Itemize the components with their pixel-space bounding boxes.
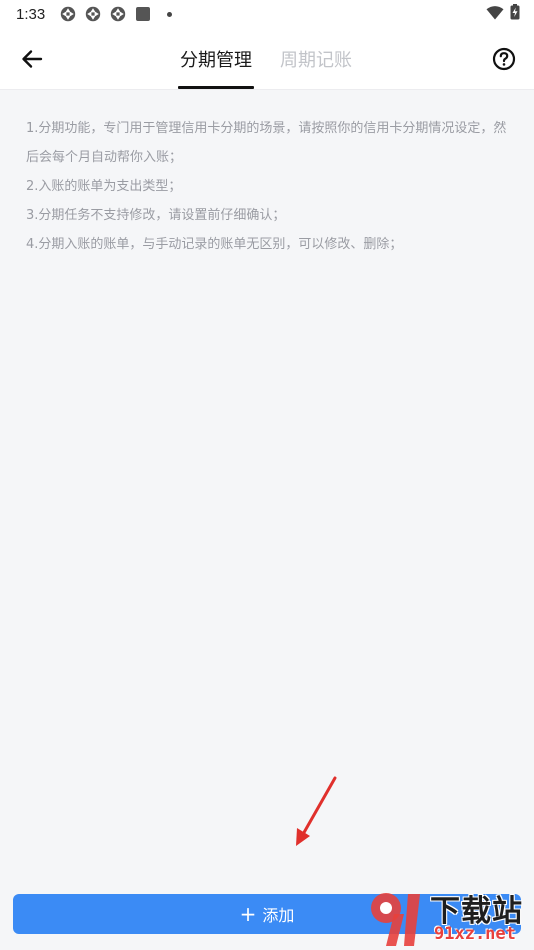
wifi-icon	[486, 5, 504, 24]
tab-installment-management[interactable]: 分期管理	[170, 28, 254, 90]
note-item: 3.分期任务不支持修改，请设置前仔细确认；	[26, 208, 286, 223]
question-circle-icon	[492, 47, 516, 71]
arrow-left-icon	[22, 50, 43, 68]
status-notification-icons	[59, 5, 173, 23]
watermark-url: 91xz.net	[434, 924, 516, 944]
status-system-icons	[486, 4, 520, 24]
aperture-icon	[84, 5, 102, 23]
aperture-icon	[59, 5, 77, 23]
installment-notes: 1.分期功能，专门用于管理信用卡分期的场景，请按照你的信用卡分期情况设定，然后会…	[26, 114, 518, 259]
active-tab-indicator	[178, 86, 254, 89]
back-button[interactable]	[14, 42, 50, 76]
tab-label: 周期记账	[280, 50, 352, 71]
top-bar: 分期管理 周期记账	[0, 28, 534, 90]
aperture-icon	[109, 5, 127, 23]
plus-icon: +	[239, 902, 257, 926]
tab-bar: 分期管理 周期记账	[170, 28, 352, 90]
note-item: 1.分期功能，专门用于管理信用卡分期的场景，请按照你的信用卡分期情况设定，然后会…	[26, 121, 507, 165]
help-button[interactable]	[486, 42, 522, 76]
note-item: 4.分期入账的账单，与手动记录的账单无区别，可以修改、删除；	[26, 237, 403, 252]
status-time: 1:33	[16, 5, 46, 23]
add-button-label: 添加	[262, 906, 295, 925]
square-icon	[134, 5, 152, 23]
annotation-arrow-icon	[296, 776, 337, 846]
tab-label: 分期管理	[180, 50, 252, 71]
status-bar: 1:33	[0, 0, 534, 28]
note-item: 2.入账的账单为支出类型；	[26, 179, 182, 194]
watermark-logo-icon	[371, 893, 420, 946]
battery-charging-icon	[510, 4, 520, 24]
tab-periodic-bookkeeping[interactable]: 周期记账	[280, 28, 352, 90]
dot-icon	[167, 11, 173, 17]
watermark: 下载站 91xz.net	[364, 886, 534, 950]
